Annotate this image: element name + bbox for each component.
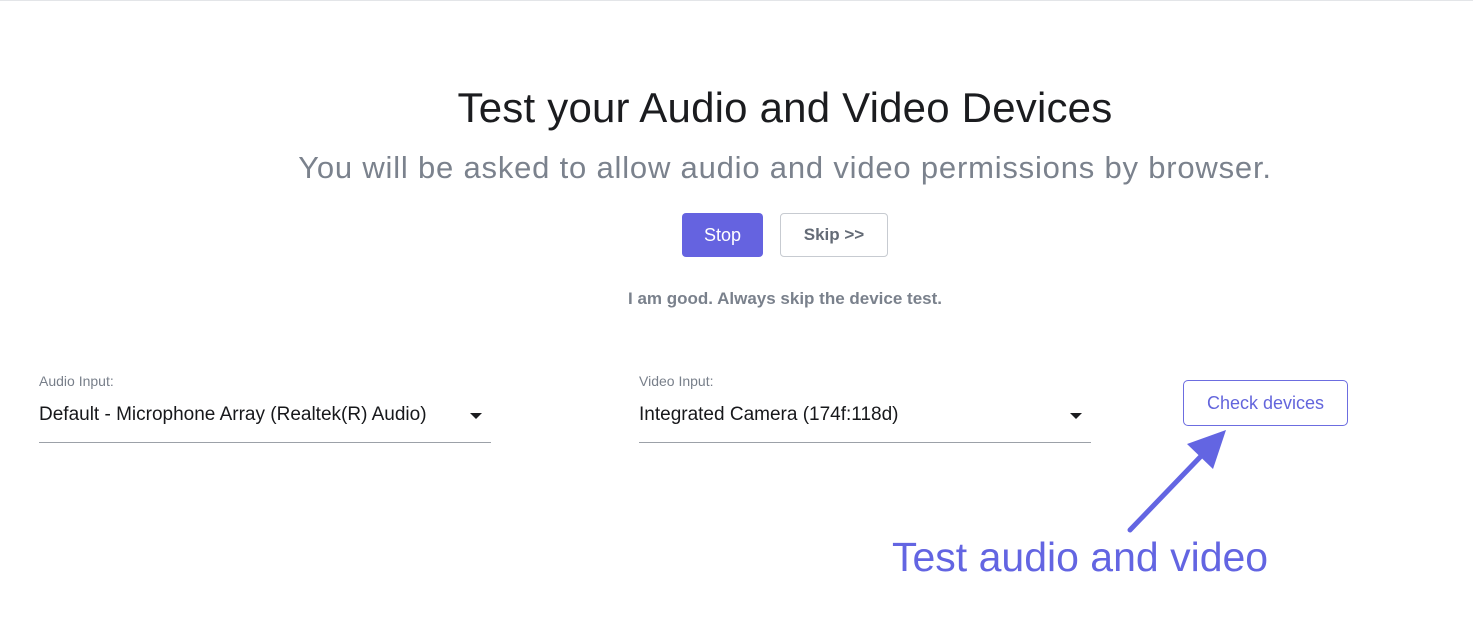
chevron-down-icon[interactable] (1070, 413, 1082, 419)
audio-input-underline (39, 442, 491, 443)
page-subtitle: You will be asked to allow audio and vid… (298, 150, 1272, 185)
check-devices-button[interactable]: Check devices (1183, 380, 1348, 426)
stop-button[interactable]: Stop (682, 213, 763, 257)
always-skip-link[interactable]: I am good. Always skip the device test. (0, 289, 1473, 309)
skip-button[interactable]: Skip >> (780, 213, 888, 257)
audio-input-select[interactable]: Audio Input: Default - Microphone Array … (39, 373, 491, 443)
top-divider (0, 0, 1473, 1)
audio-input-label: Audio Input: (39, 373, 114, 389)
chevron-down-icon[interactable] (470, 413, 482, 419)
page-title: Test your Audio and Video Devices (457, 84, 1113, 131)
video-input-underline (639, 442, 1091, 443)
video-input-select[interactable]: Video Input: Integrated Camera (174f:118… (639, 373, 1091, 443)
audio-input-value[interactable]: Default - Microphone Array (Realtek(R) A… (39, 404, 427, 426)
video-input-label: Video Input: (639, 373, 714, 389)
video-input-value[interactable]: Integrated Camera (174f:118d) (639, 404, 898, 426)
annotation-text: Test audio and video (892, 534, 1269, 580)
